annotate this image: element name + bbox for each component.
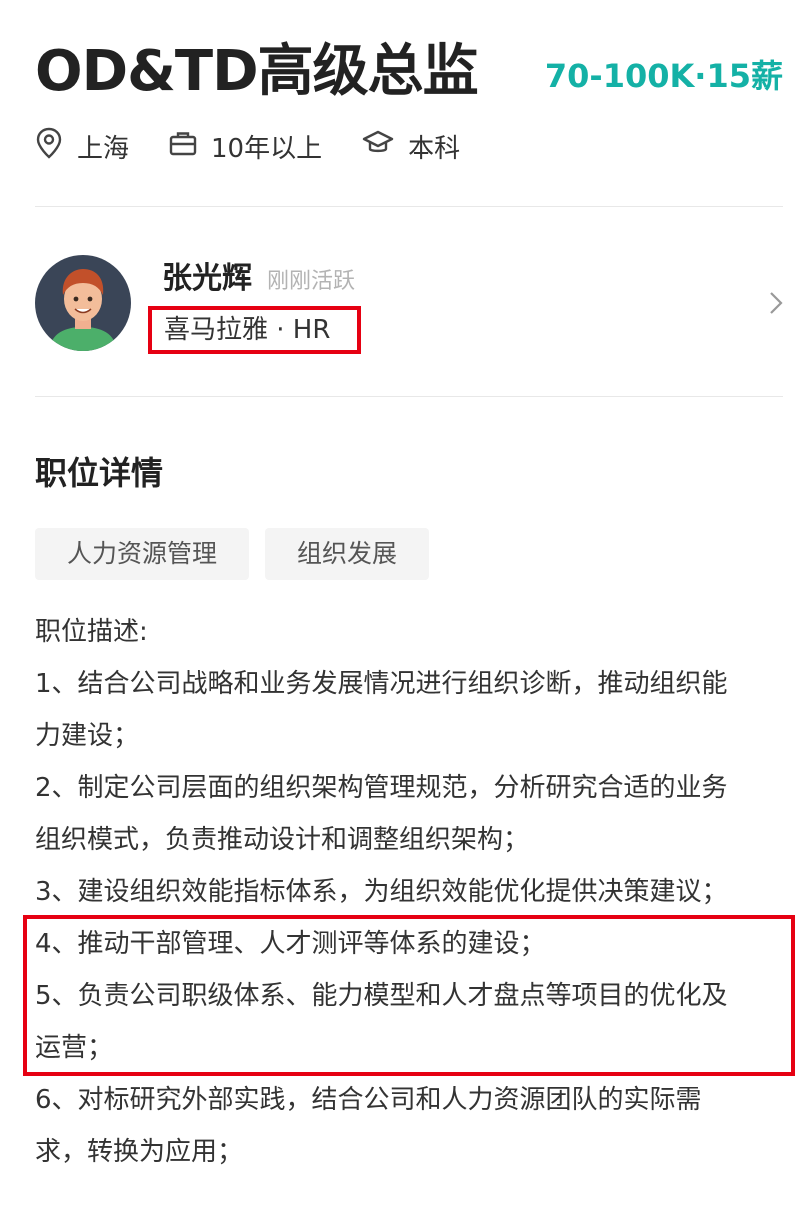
- avatar: [35, 255, 131, 351]
- recruiter-name: 张光辉: [162, 261, 252, 296]
- job-meta: 上海 10年以上 本科: [35, 124, 500, 168]
- meta-location: 上海: [35, 127, 129, 166]
- description-line: 求，转换为应用；: [35, 1137, 244, 1167]
- description-line: 6、对标研究外部实践，结合公司和人力资源团队的实际需: [35, 1085, 702, 1115]
- description-line: 1、结合公司战略和业务发展情况进行组织诊断，推动组织能: [35, 669, 728, 699]
- recruiter-card[interactable]: 张光辉 刚刚活跃 喜马拉雅 · HR: [35, 255, 783, 355]
- description-heading: 职位描述:: [35, 617, 148, 647]
- description-line: 组织模式，负责推动设计和调整组织架构；: [35, 825, 530, 855]
- chevron-right-icon[interactable]: [769, 291, 783, 319]
- skill-tag[interactable]: 组织发展: [265, 528, 430, 580]
- meta-education: 本科: [362, 128, 460, 165]
- education-text: 本科: [408, 133, 461, 164]
- meta-experience: 10年以上: [169, 128, 322, 165]
- salary: 70-100K·15薪: [544, 57, 783, 95]
- description-line: 力建设；: [35, 721, 140, 751]
- job-title: OD&TD高级总监: [35, 39, 479, 104]
- highlight-annotation: [23, 915, 795, 1076]
- location-pin-icon: [35, 127, 77, 166]
- experience-text: 10年以上: [211, 133, 323, 164]
- description-line: 2、制定公司层面的组织架构管理规范，分析研究合适的业务: [35, 773, 728, 803]
- briefcase-icon: [169, 130, 211, 163]
- graduation-cap-icon: [362, 130, 408, 163]
- skill-tag[interactable]: 人力资源管理: [35, 528, 250, 580]
- job-detail-page: OD&TD高级总监 70-100K·15薪 上海 10年以上 本科 张光辉 刚刚…: [0, 0, 807, 1214]
- divider: [35, 396, 783, 397]
- divider: [35, 206, 783, 207]
- recruiter-active-status: 刚刚活跃: [267, 269, 356, 294]
- description-line: 3、建设组织效能指标体系，为组织效能优化提供决策建议；: [35, 877, 728, 907]
- skill-tags: 人力资源管理 组织发展: [35, 528, 445, 580]
- section-title: 职位详情: [35, 454, 164, 492]
- location-text: 上海: [77, 133, 130, 164]
- recruiter-company-role: 喜马拉雅 · HR: [148, 306, 361, 354]
